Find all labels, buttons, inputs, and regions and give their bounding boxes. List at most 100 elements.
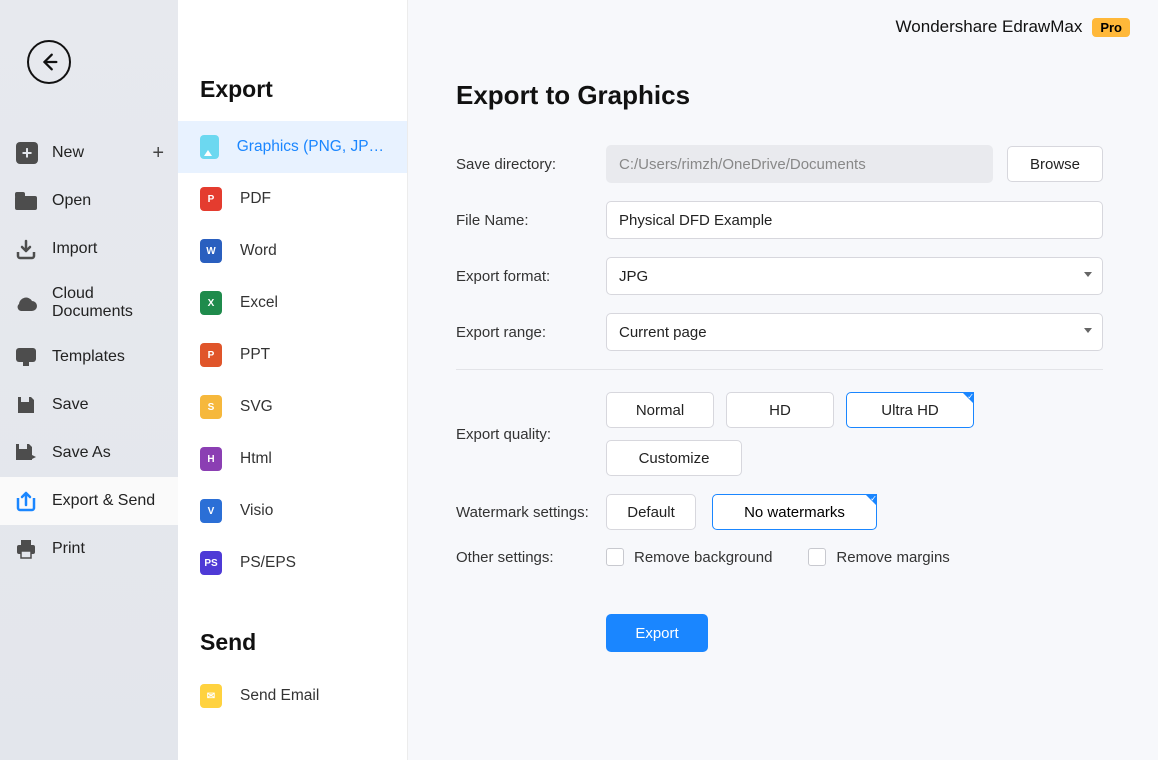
format-value: JPG [619, 268, 648, 285]
plus-icon[interactable]: + [152, 142, 164, 165]
row-watermark: Watermark settings: Default No watermark… [456, 494, 1103, 530]
folder-icon [14, 189, 38, 213]
row-quality: Export quality: Normal HD Ultra HD ✓ Cus… [456, 392, 1103, 476]
cloud-icon [14, 291, 38, 315]
quality-group: Normal HD Ultra HD ✓ [606, 392, 974, 428]
send-item-label: Send Email [240, 687, 319, 705]
row-other: Other settings: Remove background Remove… [456, 548, 1103, 566]
label-file-name: File Name: [456, 212, 606, 229]
export-button[interactable]: Export [606, 614, 708, 652]
watermark-group: Default No watermarks ✓ [606, 494, 877, 530]
export-item-label: PS/EPS [240, 554, 296, 572]
export-item-html[interactable]: H Html [178, 433, 407, 485]
ps-icon: PS [200, 551, 222, 575]
sidebar-item-label: Import [52, 240, 97, 258]
check-corner-icon: ✓ [865, 494, 877, 506]
svg-icon: S [200, 395, 222, 419]
watermark-none-button[interactable]: No watermarks ✓ [712, 494, 877, 530]
ppt-icon: P [200, 343, 222, 367]
export-item-pdf[interactable]: P PDF [178, 173, 407, 225]
sidebar-item-label: Cloud Documents [52, 285, 164, 321]
export-item-label: Html [240, 450, 272, 468]
customize-button[interactable]: Customize [606, 440, 742, 476]
remove-bg-label: Remove background [634, 549, 772, 566]
remove-bg-checkbox[interactable]: Remove background [606, 548, 772, 566]
export-item-word[interactable]: W Word [178, 225, 407, 277]
chevron-down-icon [1084, 272, 1092, 277]
export-item-graphics[interactable]: Graphics (PNG, JPG et... [178, 121, 407, 173]
sidebar-item-open[interactable]: Open [0, 177, 178, 225]
html-icon: H [200, 447, 222, 471]
graphics-icon [200, 135, 219, 159]
watermark-default-button[interactable]: Default [606, 494, 696, 530]
remove-margins-label: Remove margins [836, 549, 949, 566]
label-format: Export format: [456, 268, 606, 285]
label-save-dir: Save directory: [456, 156, 606, 173]
export-item-svg[interactable]: S SVG [178, 381, 407, 433]
save-as-icon [14, 441, 38, 465]
file-name-input[interactable] [619, 202, 1090, 238]
sidebar-item-new[interactable]: New + [0, 129, 178, 177]
export-icon [14, 489, 38, 513]
browse-button[interactable]: Browse [1007, 146, 1103, 182]
checkbox-icon [606, 548, 624, 566]
export-item-label: PDF [240, 190, 271, 208]
sidebar-item-cloud[interactable]: Cloud Documents [0, 273, 178, 333]
file-name-field[interactable] [606, 201, 1103, 239]
label-other: Other settings: [456, 549, 606, 566]
row-format: Export format: JPG [456, 257, 1103, 295]
app-title: Wondershare EdrawMax Pro [896, 17, 1130, 37]
sidebar-item-save-as[interactable]: Save As [0, 429, 178, 477]
sidebar-item-import[interactable]: Import [0, 225, 178, 273]
remove-margins-checkbox[interactable]: Remove margins [808, 548, 949, 566]
export-item-label: PPT [240, 346, 270, 364]
export-item-excel[interactable]: X Excel [178, 277, 407, 329]
arrow-left-icon [38, 51, 60, 73]
export-item-label: Graphics (PNG, JPG et... [237, 138, 385, 156]
sidebar-item-label: Templates [52, 348, 125, 366]
export-item-label: Visio [240, 502, 273, 520]
sidebar-item-label: Print [52, 540, 85, 558]
export-item-label: SVG [240, 398, 273, 416]
checkbox-icon [808, 548, 826, 566]
save-icon [14, 393, 38, 417]
templates-icon [14, 345, 38, 369]
range-select[interactable]: Current page [606, 313, 1103, 351]
sidebar-item-templates[interactable]: Templates [0, 333, 178, 381]
back-button[interactable] [27, 40, 71, 84]
export-list-panel: Export Graphics (PNG, JPG et... P PDF W … [178, 0, 408, 760]
save-dir-field[interactable]: C:/Users/rimzh/OneDrive/Documents [606, 145, 993, 183]
plus-box-icon [14, 141, 38, 165]
row-range: Export range: Current page [456, 313, 1103, 351]
import-icon [14, 237, 38, 261]
export-item-pseps[interactable]: PS PS/EPS [178, 537, 407, 589]
chevron-down-icon [1084, 328, 1092, 333]
range-value: Current page [619, 324, 707, 341]
label-quality: Export quality: [456, 426, 606, 443]
quality-hd-button[interactable]: HD [726, 392, 834, 428]
sidebar-item-label: Save [52, 396, 88, 414]
visio-icon: V [200, 499, 222, 523]
export-heading: Export [178, 76, 407, 121]
export-item-ppt[interactable]: P PPT [178, 329, 407, 381]
quality-normal-button[interactable]: Normal [606, 392, 714, 428]
pro-badge: Pro [1092, 18, 1130, 37]
quality-ultra-button[interactable]: Ultra HD ✓ [846, 392, 974, 428]
sidebar-item-export-send[interactable]: Export & Send [0, 477, 178, 525]
app-title-text: Wondershare EdrawMax [896, 17, 1083, 37]
row-file-name: File Name: [456, 201, 1103, 239]
send-item-email[interactable]: ✉ Send Email [178, 670, 407, 722]
row-save-dir: Save directory: C:/Users/rimzh/OneDrive/… [456, 145, 1103, 183]
sidebar-item-save[interactable]: Save [0, 381, 178, 429]
print-icon [14, 537, 38, 561]
label-watermark: Watermark settings: [456, 504, 606, 521]
sidebar-item-label: Export & Send [52, 492, 155, 510]
save-dir-value: C:/Users/rimzh/OneDrive/Documents [619, 156, 866, 173]
export-item-visio[interactable]: V Visio [178, 485, 407, 537]
check-corner-icon: ✓ [962, 392, 974, 404]
sidebar-item-label: Open [52, 192, 91, 210]
format-select[interactable]: JPG [606, 257, 1103, 295]
export-item-label: Word [240, 242, 277, 260]
excel-icon: X [200, 291, 222, 315]
sidebar-item-print[interactable]: Print [0, 525, 178, 573]
